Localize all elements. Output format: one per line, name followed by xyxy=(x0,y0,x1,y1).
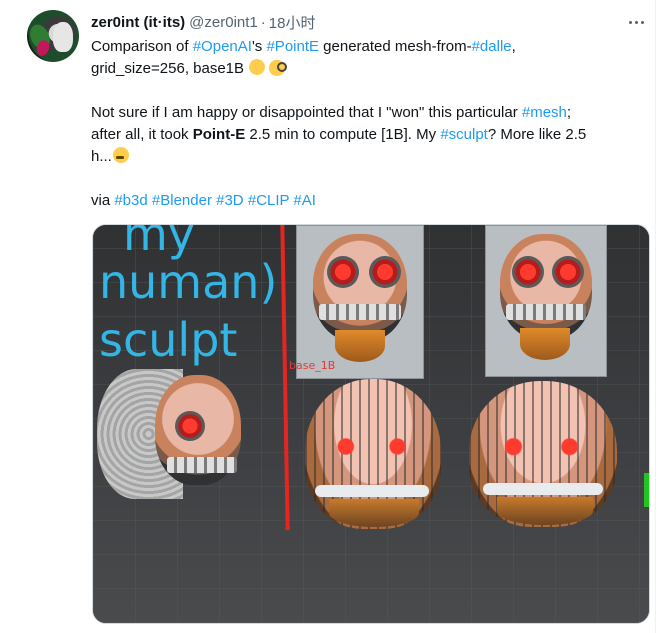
right-border xyxy=(655,0,656,633)
robot-teeth xyxy=(506,304,586,320)
hashtag-ai[interactable]: #AI xyxy=(293,192,316,209)
text-fragment: grid_size=256, base1B xyxy=(91,60,249,77)
tweet-paragraph-3: via #b3d #Blender #3D #CLIP #AI xyxy=(91,190,651,212)
text-fragment: generated mesh-from- xyxy=(319,38,472,55)
hashtag-pointe[interactable]: #PointE xyxy=(266,38,319,55)
hashtag-dalle[interactable]: #dalle xyxy=(472,38,512,55)
robot-chin xyxy=(335,330,385,362)
overlay-text-line-3: sculpt xyxy=(99,313,238,367)
reference-robot-head xyxy=(500,234,592,340)
reference-robot-head xyxy=(313,234,407,342)
text-fragment: ? More like 2.5 xyxy=(487,126,587,143)
mesh-base xyxy=(497,497,593,525)
text-fragment: ; xyxy=(566,104,572,121)
hashtag-3d[interactable]: #3D xyxy=(216,192,244,209)
green-gizmo xyxy=(644,473,649,507)
tweet-text: Comparison of #OpenAI's #PointE generate… xyxy=(91,36,651,212)
object-label: base_1B xyxy=(289,359,336,372)
hashtag-openai[interactable]: #OpenAI xyxy=(193,38,252,55)
robot-eye xyxy=(175,411,205,441)
reference-image-panel xyxy=(296,225,424,379)
text-fragment: 's xyxy=(251,38,267,55)
left-margin xyxy=(0,0,10,633)
text-fragment: , xyxy=(511,38,516,55)
robot-eye xyxy=(327,256,359,288)
robot-teeth xyxy=(319,304,401,320)
hashtag-blender[interactable]: #Blender xyxy=(152,192,212,209)
avatar-face xyxy=(53,22,73,52)
monocle-face-emoji-icon xyxy=(268,58,288,76)
text-fragment: after all, it took xyxy=(91,126,193,143)
tweet-header: zer0int (it·its) @zer0int1 · 18小时 xyxy=(91,12,315,32)
avatar[interactable] xyxy=(27,10,79,62)
hashtag-clip[interactable]: #CLIP xyxy=(248,192,289,209)
robot-teeth xyxy=(167,457,237,473)
text-fragment: 2.5 min to compute [1B]. My xyxy=(245,126,441,143)
mesh-teeth-band xyxy=(483,483,603,495)
pointing-hand-emoji-icon xyxy=(248,58,269,76)
robot-eye xyxy=(552,256,584,288)
tweet-timestamp[interactable]: 18小时 xyxy=(269,12,316,33)
mesh-base xyxy=(329,499,419,527)
robot-eye xyxy=(369,256,401,288)
header-separator: · xyxy=(260,13,266,31)
text-fragment: Comparison of xyxy=(91,38,193,55)
overlay-text-line-2: numan) xyxy=(99,255,278,309)
robot-chin xyxy=(520,328,570,360)
text-fragment: h... xyxy=(91,148,112,165)
overlay-text-line-1: my xyxy=(123,224,196,261)
more-options-icon[interactable] xyxy=(624,12,648,32)
text-fragment: Not sure if I am happy or disappointed t… xyxy=(91,104,522,121)
author-name[interactable]: zer0int (it·its) xyxy=(91,14,185,31)
tweet-paragraph-2: Not sure if I am happy or disappointed t… xyxy=(91,102,651,168)
mesh-teeth-band xyxy=(315,485,429,497)
text-fragment: via xyxy=(91,192,115,209)
hashtag-sculpt[interactable]: #sculpt xyxy=(440,126,488,143)
thinking-face-emoji-icon xyxy=(111,146,130,164)
tweet-paragraph-1: Comparison of #OpenAI's #PointE generate… xyxy=(91,36,651,80)
robot-eye xyxy=(512,256,544,288)
hashtag-mesh[interactable]: #mesh xyxy=(522,104,567,121)
hashtag-b3d[interactable]: #b3d xyxy=(114,192,147,209)
reference-image-panel xyxy=(485,225,607,377)
tweet-media-image[interactable]: my numan) sculpt base_1B xyxy=(92,224,650,624)
bold-point-e: Point-E xyxy=(192,126,246,143)
author-handle[interactable]: @zer0int1 xyxy=(189,14,258,31)
